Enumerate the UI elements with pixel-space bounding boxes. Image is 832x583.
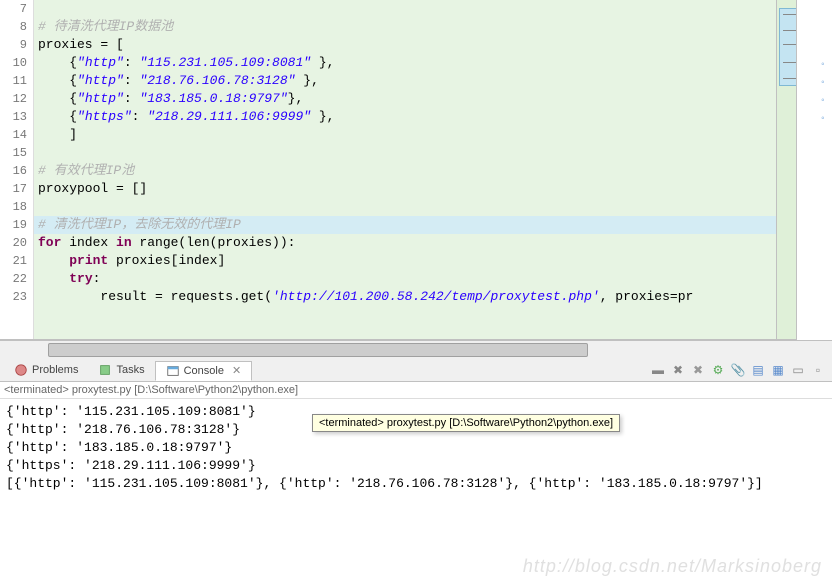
terminated-tooltip: <terminated> proxytest.py [D:\Software\P…: [312, 414, 620, 432]
code-line[interactable]: # 清洗代理IP，去除无效的代理IP: [34, 216, 776, 234]
code-line[interactable]: for index in range(len(proxies)):: [34, 234, 776, 252]
bottom-panel-tabs: Problems Tasks Console ✕ ▬ ✖ ✖ ⚙ 📎 ▤ ▦ ▭…: [0, 358, 832, 382]
code-line[interactable]: [34, 144, 776, 162]
line-number: 9: [0, 36, 27, 54]
code-line[interactable]: [34, 198, 776, 216]
outline-marker-icon[interactable]: ◦: [820, 78, 826, 89]
code-line[interactable]: {"http": "218.76.106.78:3128" },: [34, 72, 776, 90]
line-number: 21: [0, 252, 27, 270]
tab-console[interactable]: Console ✕: [155, 361, 253, 381]
line-number: 18: [0, 198, 27, 216]
scroll-lock-icon[interactable]: ⚙: [710, 362, 726, 378]
line-number: 19: [0, 216, 27, 234]
code-line[interactable]: [34, 0, 776, 18]
line-number: 12: [0, 90, 27, 108]
code-editor[interactable]: 7891011121314151617181920212223 # 待清洗代理I…: [0, 0, 832, 340]
remove-all-icon[interactable]: ✖: [670, 362, 686, 378]
console-line: [{'http': '115.231.105.109:8081'}, {'htt…: [6, 475, 826, 493]
tab-label: Problems: [32, 364, 78, 376]
display-selected-icon[interactable]: ▤: [750, 362, 766, 378]
line-number: 10: [0, 54, 27, 72]
tab-problems[interactable]: Problems: [4, 361, 88, 379]
outline-marker-icon[interactable]: ◦: [820, 60, 826, 71]
console-line: {'http': '183.185.0.18:9797'}: [6, 439, 826, 457]
code-line[interactable]: {"https": "218.29.111.106:9999" },: [34, 108, 776, 126]
line-number: 7: [0, 0, 27, 18]
console-icon: [166, 364, 180, 378]
minimize-icon[interactable]: ▭: [790, 362, 806, 378]
tab-label: Console: [184, 365, 224, 377]
tab-tasks[interactable]: Tasks: [88, 361, 154, 379]
scrollbar-thumb[interactable]: [48, 343, 588, 357]
console-line: {'https': '218.29.111.106:9999'}: [6, 457, 826, 475]
code-line[interactable]: print proxies[index]: [34, 252, 776, 270]
watermark-text: http://blog.csdn.net/Marksinoberg: [523, 556, 822, 577]
line-number: 11: [0, 72, 27, 90]
code-line[interactable]: {"http": "183.185.0.18:9797"},: [34, 90, 776, 108]
line-number: 13: [0, 108, 27, 126]
code-area[interactable]: # 待清洗代理IP数据池proxies = [ {"http": "115.23…: [34, 0, 776, 339]
remove-launch-icon[interactable]: ▬: [650, 362, 666, 378]
line-number: 23: [0, 288, 27, 306]
line-number: 8: [0, 18, 27, 36]
line-number: 20: [0, 234, 27, 252]
outline-marker-icon[interactable]: ◦: [820, 96, 826, 107]
code-line[interactable]: ]: [34, 126, 776, 144]
pin-console-icon[interactable]: 📎: [730, 362, 746, 378]
outline-sidebar: type f ◦ ◦ ◦ ◦: [796, 0, 832, 340]
code-line[interactable]: result = requests.get('http://101.200.58…: [34, 288, 776, 306]
maximize-icon[interactable]: ▫: [810, 362, 826, 378]
console-toolbar: ▬ ✖ ✖ ⚙ 📎 ▤ ▦ ▭ ▫: [650, 362, 826, 378]
code-line[interactable]: {"http": "115.231.105.109:8081" },: [34, 54, 776, 72]
outline-marker-icon[interactable]: ◦: [820, 114, 826, 125]
clear-console-icon[interactable]: ✖: [690, 362, 706, 378]
tasks-icon: [98, 363, 112, 377]
code-line[interactable]: proxies = [: [34, 36, 776, 54]
open-console-icon[interactable]: ▦: [770, 362, 786, 378]
terminated-status: <terminated> proxytest.py [D:\Software\P…: [0, 382, 832, 399]
code-line[interactable]: proxypool = []: [34, 180, 776, 198]
close-icon[interactable]: ✕: [232, 364, 241, 377]
horizontal-scrollbar[interactable]: [0, 340, 832, 358]
tab-label: Tasks: [116, 364, 144, 376]
line-number: 14: [0, 126, 27, 144]
line-number: 16: [0, 162, 27, 180]
code-line[interactable]: # 有效代理IP池: [34, 162, 776, 180]
line-number: 22: [0, 270, 27, 288]
code-line[interactable]: # 待清洗代理IP数据池: [34, 18, 776, 36]
line-number: 15: [0, 144, 27, 162]
line-number-gutter: 7891011121314151617181920212223: [0, 0, 34, 339]
line-number: 17: [0, 180, 27, 198]
code-line[interactable]: try:: [34, 270, 776, 288]
warning-icon: [14, 363, 28, 377]
